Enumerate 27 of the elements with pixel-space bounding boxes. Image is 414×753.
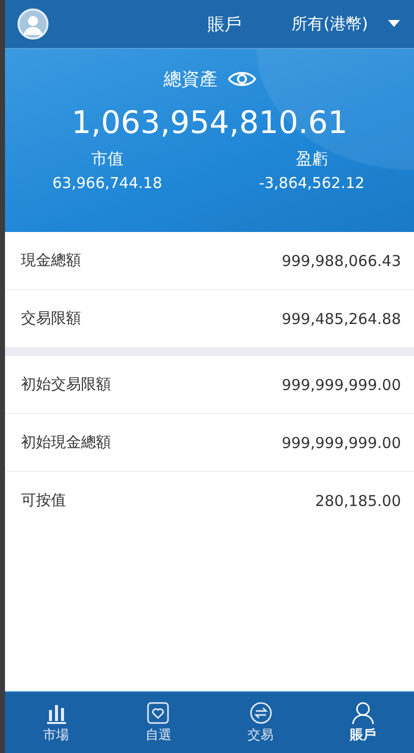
row-label: 可按值 [21, 491, 66, 510]
nav-tab[interactable]: 自選 [107, 692, 210, 753]
nav-tab[interactable]: 交易 [210, 692, 312, 753]
account-filter[interactable]: 所有(港幣) [292, 14, 368, 34]
page-title: 賬戶 [208, 14, 242, 36]
nav-tab[interactable]: 市場 [5, 692, 108, 753]
stat-value: -3,864,562.12 [258, 174, 365, 192]
total-assets-value: 1,063,954,810.61 [71, 105, 348, 141]
row-label: 初始交易限額 [21, 375, 111, 394]
row-value: 999,999,999.00 [282, 376, 401, 394]
eye-icon[interactable] [228, 70, 256, 88]
avatar-icon[interactable] [17, 8, 49, 40]
row-label: 交易限額 [21, 309, 81, 328]
row-value: 280,185.00 [315, 492, 401, 510]
stat-label: 盈虧 [296, 149, 328, 170]
stat-label: 市值 [91, 149, 124, 170]
person-icon [350, 701, 375, 725]
row-value: 999,485,264.88 [282, 310, 401, 328]
stat-value: 63,966,744.18 [52, 174, 162, 192]
caret-icon[interactable] [388, 20, 400, 28]
row-value: 999,988,066.43 [282, 252, 401, 270]
row-value: 999,999,999.00 [282, 434, 401, 452]
total-assets-label: 總資產 [164, 68, 218, 91]
row-label: 初始現金總額 [21, 433, 111, 452]
exchange-icon [248, 701, 273, 725]
nav-tab[interactable]: 賬戶 [312, 692, 414, 753]
row-label: 現金總額 [21, 251, 81, 270]
